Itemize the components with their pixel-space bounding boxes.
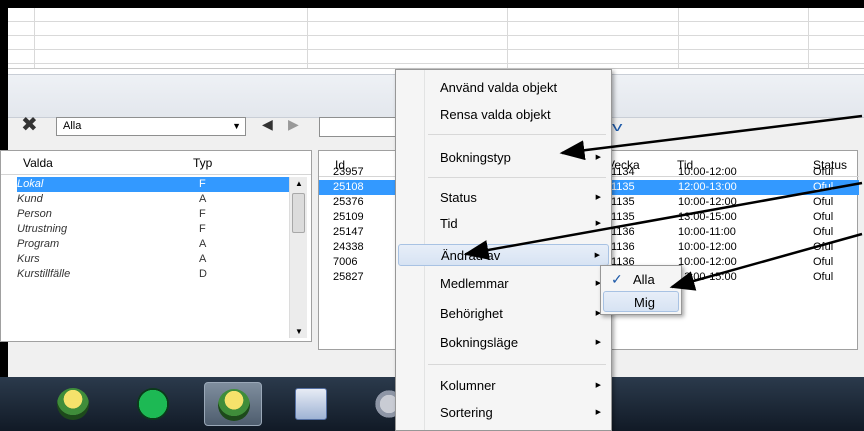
annotation-arrow-tid — [463, 181, 863, 260]
annotation-arrow-bokningstyp — [559, 114, 863, 161]
annotation-arrows — [463, 114, 863, 291]
annotation-arrow-mig — [669, 232, 863, 291]
